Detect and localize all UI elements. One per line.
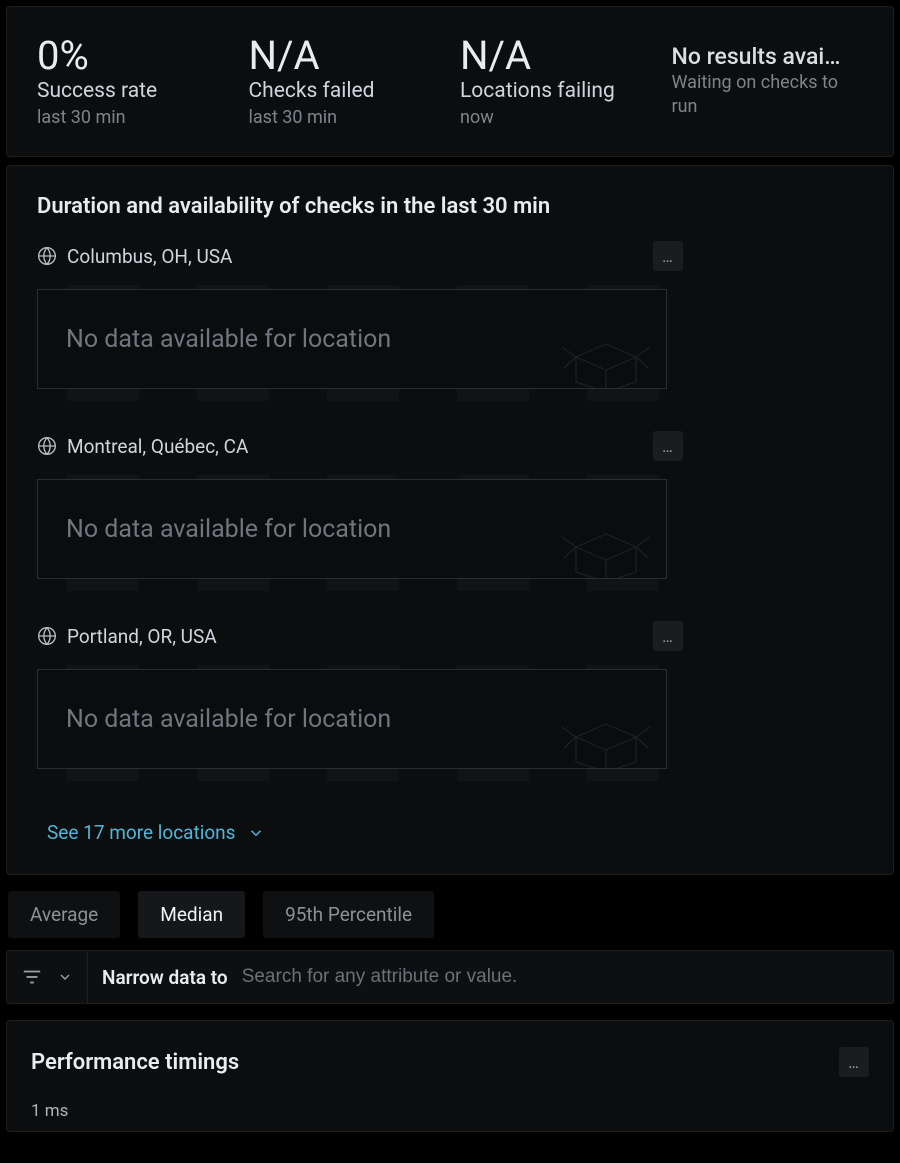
aggregation-tabs: Average Median 95th Percentile (6, 883, 894, 946)
location-name: Montreal, Québec, CA (67, 435, 643, 458)
kpi-label: Checks failed (249, 79, 441, 103)
see-more-label: See 17 more locations (47, 821, 235, 844)
chevron-down-icon (247, 824, 265, 842)
empty-box-icon (546, 512, 666, 579)
location-name: Portland, OR, USA (67, 625, 643, 648)
no-data-box: No data available for location (37, 289, 667, 389)
more-icon: … (662, 247, 674, 266)
location-more-button[interactable]: … (653, 431, 683, 461)
performance-title: Performance timings (31, 1050, 239, 1075)
location-block: Portland, OR, USA … No data available for … (37, 621, 863, 781)
duration-panel: Duration and availability of checks in t… (6, 165, 894, 875)
no-results-sub: Waiting on checks to run (672, 71, 864, 118)
kpi-sub: last 30 min (249, 107, 441, 128)
location-chart: No data available for location (37, 475, 667, 591)
location-block: Columbus, OH, USA … No data available for … (37, 241, 863, 401)
more-icon: … (662, 627, 674, 646)
filter-input[interactable] (242, 951, 893, 1003)
performance-panel: Performance timings … 1 ms (6, 1020, 894, 1132)
performance-more-button[interactable]: … (839, 1047, 869, 1077)
tab-average[interactable]: Average (8, 891, 120, 938)
kpi-label: Locations failing (460, 79, 652, 103)
kpi-value: N/A (249, 35, 441, 77)
tab-median[interactable]: Median (138, 891, 245, 938)
globe-icon (37, 626, 57, 646)
more-icon: … (848, 1053, 860, 1072)
no-data-text: No data available for location (66, 515, 391, 544)
no-data-text: No data available for location (66, 325, 391, 354)
no-data-box: No data available for location (37, 669, 667, 769)
kpi-locations-failing: N/A Locations failing now (460, 35, 652, 128)
filter-label: Narrow data to (88, 966, 242, 989)
globe-icon (37, 436, 57, 456)
kpi-value: 0% (37, 35, 229, 77)
no-data-box: No data available for location (37, 479, 667, 579)
see-more-locations-button[interactable]: See 17 more locations (47, 821, 265, 844)
empty-box-icon (546, 322, 666, 389)
kpi-panel: 0% Success rate last 30 min N/A Checks f… (6, 6, 894, 157)
duration-title: Duration and availability of checks in t… (37, 194, 863, 219)
no-results-title: No results avai… (672, 45, 864, 69)
globe-icon (37, 246, 57, 266)
filter-icon (21, 966, 43, 988)
tab-95th-percentile[interactable]: 95th Percentile (263, 891, 434, 938)
performance-scale-label: 1 ms (31, 1101, 869, 1121)
chevron-down-icon (57, 969, 73, 985)
location-chart: No data available for location (37, 285, 667, 401)
empty-box-icon (546, 702, 666, 769)
kpi-success-rate: 0% Success rate last 30 min (37, 35, 229, 128)
location-more-button[interactable]: … (653, 241, 683, 271)
kpi-no-results: No results avai… Waiting on checks to ru… (672, 35, 864, 128)
no-data-text: No data available for location (66, 705, 391, 734)
kpi-sub: now (460, 107, 652, 128)
filter-menu-button[interactable] (7, 951, 88, 1003)
location-more-button[interactable]: … (653, 621, 683, 651)
location-chart: No data available for location (37, 665, 667, 781)
more-icon: … (662, 437, 674, 456)
location-name: Columbus, OH, USA (67, 245, 643, 268)
kpi-sub: last 30 min (37, 107, 229, 128)
location-block: Montreal, Québec, CA … No data available f… (37, 431, 863, 591)
kpi-label: Success rate (37, 79, 229, 103)
kpi-checks-failed: N/A Checks failed last 30 min (249, 35, 441, 128)
filter-bar: Narrow data to (6, 950, 894, 1004)
kpi-value: N/A (460, 35, 652, 77)
